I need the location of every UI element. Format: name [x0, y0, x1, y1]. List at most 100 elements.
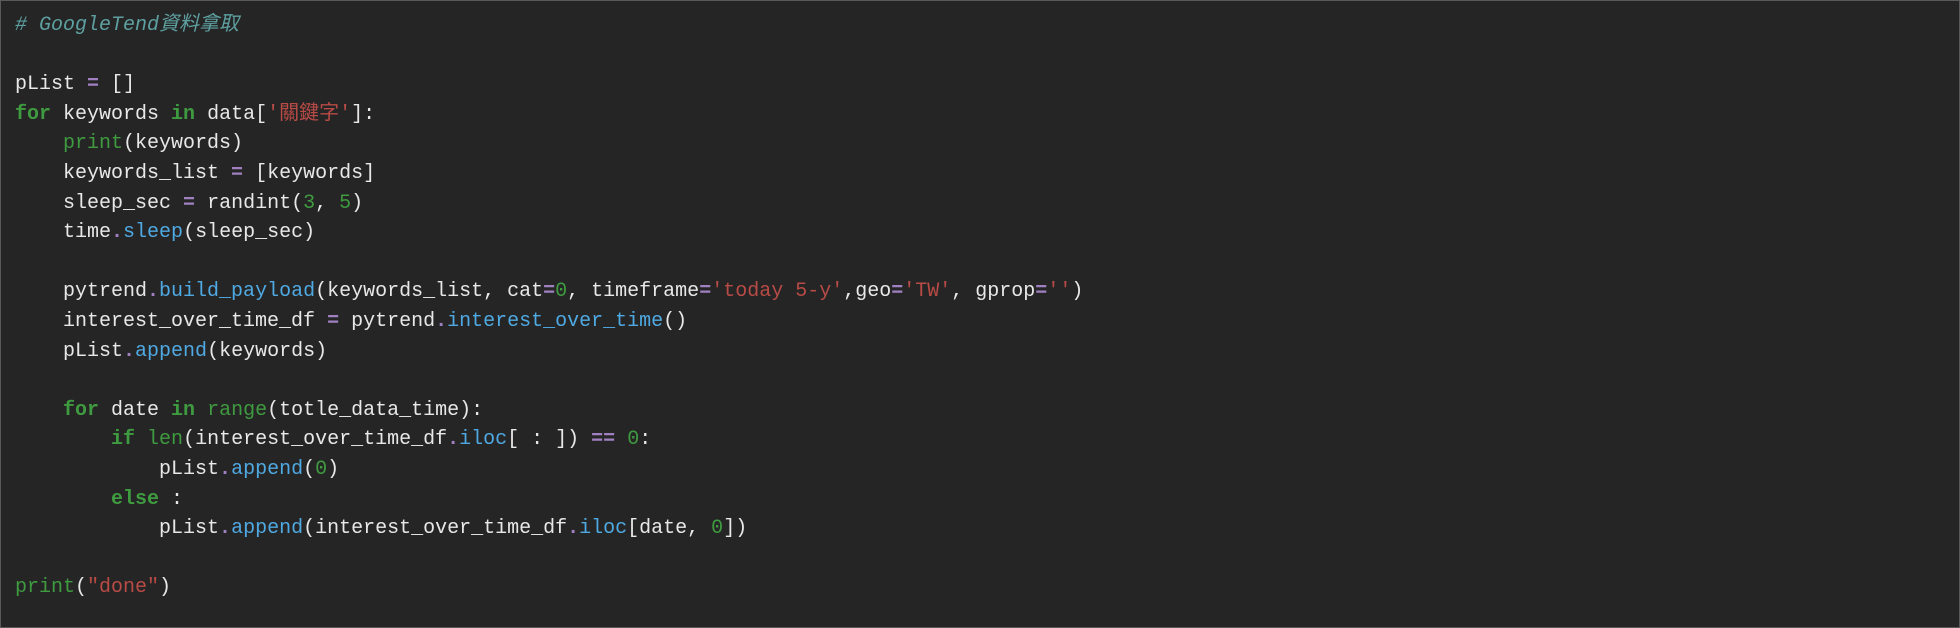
- code-token: pytrend: [63, 280, 147, 303]
- code-token: print: [15, 576, 75, 599]
- code-line: pList.append(interest_over_time_df.iloc[…: [15, 517, 747, 540]
- code-token: , timeframe: [567, 280, 699, 303]
- code-token: [ : ]): [507, 428, 591, 451]
- code-token: =: [543, 280, 555, 303]
- code-token: else: [111, 488, 159, 511]
- code-token: .: [111, 221, 123, 244]
- code-token: ): [327, 458, 339, 481]
- code-content[interactable]: # GoogleTend資料拿取 pList = [] for keywords…: [15, 11, 1945, 603]
- code-token: .: [147, 280, 159, 303]
- code-token: keywords: [51, 103, 171, 126]
- code-token: []: [99, 73, 135, 96]
- code-token: sleep: [123, 221, 183, 244]
- code-token: '關鍵字': [267, 103, 351, 126]
- code-token: iloc: [579, 517, 627, 540]
- code-line: # GoogleTend資料拿取: [15, 14, 239, 37]
- code-line: pytrend.build_payload(keywords_list, cat…: [15, 280, 1083, 303]
- code-token: pList: [63, 340, 123, 363]
- code-token: append: [231, 458, 303, 481]
- code-line: for keywords in data['關鍵字']:: [15, 103, 375, 126]
- code-token: randint(: [195, 192, 303, 215]
- code-token: =: [891, 280, 903, 303]
- code-token: time: [63, 221, 111, 244]
- code-token: if: [111, 428, 135, 451]
- code-token: sleep_sec: [63, 192, 183, 215]
- code-token: [keywords]: [243, 162, 375, 185]
- code-token: .: [447, 428, 459, 451]
- code-token: :: [639, 428, 651, 451]
- code-token: ): [159, 576, 171, 599]
- code-token: pList: [159, 517, 219, 540]
- code-line: pList = []: [15, 73, 135, 96]
- code-token: ]:: [351, 103, 375, 126]
- code-token: (interest_over_time_df: [183, 428, 447, 451]
- code-token: (keywords): [123, 132, 243, 155]
- code-token: (: [75, 576, 87, 599]
- code-token: (: [303, 458, 315, 481]
- code-token: pList: [159, 458, 219, 481]
- code-line: time.sleep(sleep_sec): [15, 221, 315, 244]
- code-token: date: [99, 399, 171, 422]
- code-token: ==: [591, 428, 615, 451]
- code-token: 0: [315, 458, 327, 481]
- code-token: append: [231, 517, 303, 540]
- code-token: .: [567, 517, 579, 540]
- code-token: data[: [195, 103, 267, 126]
- code-line: print("done"): [15, 576, 171, 599]
- code-token: (interest_over_time_df: [303, 517, 567, 540]
- code-token: .: [219, 517, 231, 540]
- code-token: 3: [303, 192, 315, 215]
- code-cell[interactable]: # GoogleTend資料拿取 pList = [] for keywords…: [0, 0, 1960, 628]
- code-token: [135, 428, 147, 451]
- code-token: 0: [711, 517, 723, 540]
- code-token: '': [1047, 280, 1071, 303]
- code-token: 'TW': [903, 280, 951, 303]
- code-token: "done": [87, 576, 159, 599]
- code-token: append: [135, 340, 207, 363]
- code-token: 0: [627, 428, 639, 451]
- code-token: print: [63, 132, 123, 155]
- code-line: print(keywords): [15, 132, 243, 155]
- code-line: sleep_sec = randint(3, 5): [15, 192, 363, 215]
- code-token: =: [699, 280, 711, 303]
- code-token: keywords_list: [63, 162, 231, 185]
- code-token: (totle_data_time):: [267, 399, 483, 422]
- code-line: else :: [15, 488, 183, 511]
- code-line: keywords_list = [keywords]: [15, 162, 375, 185]
- code-token: .: [219, 458, 231, 481]
- code-token: [date,: [627, 517, 711, 540]
- code-token: in: [171, 399, 195, 422]
- code-token: pList: [15, 73, 87, 96]
- code-line: pList.append(keywords): [15, 340, 327, 363]
- code-token: pytrend: [339, 310, 435, 333]
- code-token: # GoogleTend資料拿取: [15, 14, 239, 37]
- code-token: build_payload: [159, 280, 315, 303]
- code-line: pList.append(0): [15, 458, 339, 481]
- code-token: [195, 399, 207, 422]
- code-token: for: [63, 399, 99, 422]
- code-token: , gprop: [951, 280, 1035, 303]
- code-token: =: [327, 310, 339, 333]
- code-token: ): [351, 192, 363, 215]
- code-token: .: [435, 310, 447, 333]
- code-line: if len(interest_over_time_df.iloc[ : ]) …: [15, 428, 651, 451]
- code-token: (sleep_sec): [183, 221, 315, 244]
- code-token: len: [147, 428, 183, 451]
- code-line: for date in range(totle_data_time):: [15, 399, 483, 422]
- code-token: (keywords): [207, 340, 327, 363]
- code-line: interest_over_time_df = pytrend.interest…: [15, 310, 687, 333]
- code-token: =: [1035, 280, 1047, 303]
- code-token: =: [231, 162, 243, 185]
- code-token: ,: [315, 192, 339, 215]
- code-token: for: [15, 103, 51, 126]
- code-token: (): [663, 310, 687, 333]
- code-token: interest_over_time_df: [63, 310, 327, 333]
- code-token: in: [171, 103, 195, 126]
- code-token: [615, 428, 627, 451]
- code-token: (keywords_list, cat: [315, 280, 543, 303]
- code-token: =: [183, 192, 195, 215]
- code-token: ]): [723, 517, 747, 540]
- code-token: 5: [339, 192, 351, 215]
- code-token: 0: [555, 280, 567, 303]
- code-token: interest_over_time: [447, 310, 663, 333]
